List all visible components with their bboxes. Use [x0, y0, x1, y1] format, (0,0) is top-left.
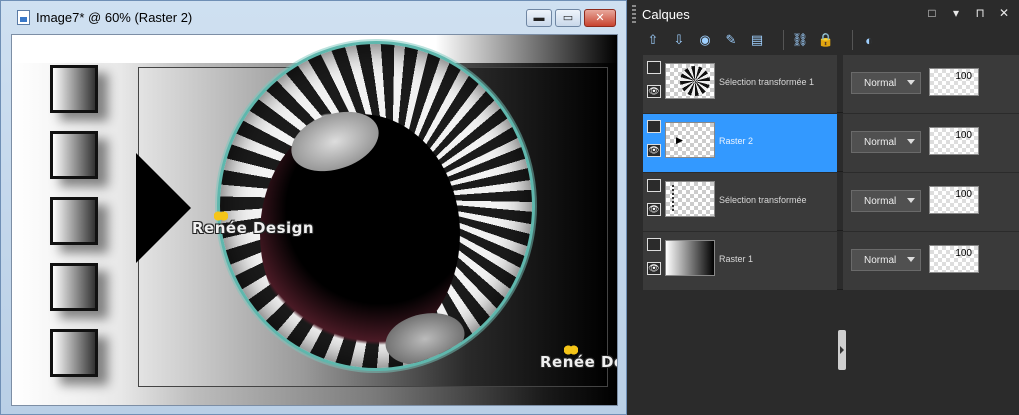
- layer-row[interactable]: 👁 Raster 1 Normal 100: [643, 232, 1019, 290]
- layer-thumbnail: [665, 240, 715, 276]
- panel-controls: □ ▾ ⊓ ✕: [925, 6, 1011, 20]
- image-window: Image7* @ 60% (Raster 2) ▬ ▭ ✕ Renée Des…: [0, 0, 627, 415]
- panel-title: Calques: [642, 6, 690, 22]
- image-titlebar[interactable]: Image7* @ 60% (Raster 2) ▬ ▭ ✕: [1, 1, 626, 33]
- layer-type-icon[interactable]: [647, 179, 661, 192]
- layer-name: Sélection transformée: [719, 195, 807, 205]
- layer-settings: Normal 100: [843, 114, 1019, 172]
- visibility-eye-icon[interactable]: 👁: [647, 203, 661, 216]
- layer-info[interactable]: 👁 Raster 1: [643, 232, 837, 290]
- frame-square-5: [50, 329, 98, 377]
- layers-panel: Calques □ ▾ ⊓ ✕ ⇧ ⇩ ◉ ✎ ▤ ⛓ 🔒 ◐ 👁 Sélect…: [627, 0, 1019, 415]
- lock-transparency-icon[interactable]: 🔒: [816, 30, 836, 50]
- layer-type-icon[interactable]: [647, 61, 661, 74]
- layer-settings: Normal 100: [843, 173, 1019, 231]
- sphere-thumbnail-art: [680, 66, 710, 96]
- watermark-text: Renée Design: [540, 353, 617, 371]
- layer-info[interactable]: 👁 ▶ Raster 2: [643, 114, 837, 172]
- blend-mode-value: Normal: [864, 195, 897, 207]
- panel-float-icon[interactable]: □: [925, 6, 939, 20]
- new-vector-layer-icon[interactable]: ⇩: [669, 30, 689, 50]
- visibility-eye-icon[interactable]: 👁: [647, 262, 661, 275]
- toolbar-divider: [783, 30, 784, 50]
- layer-settings: Normal 100: [843, 232, 1019, 290]
- new-raster-layer-icon[interactable]: ⇧: [643, 30, 663, 50]
- visibility-eye-icon[interactable]: 👁: [647, 85, 661, 98]
- layer-thumbnail: ▶: [665, 122, 715, 158]
- layer-settings: Normal 100: [843, 55, 1019, 113]
- panel-menu-icon[interactable]: ▾: [949, 6, 963, 20]
- maximize-button[interactable]: ▭: [555, 9, 581, 27]
- frame-square-4: [50, 263, 98, 311]
- close-button[interactable]: ✕: [584, 9, 616, 27]
- layer-name: Raster 1: [719, 254, 754, 264]
- layer-info[interactable]: 👁 Sélection transformée: [643, 173, 837, 231]
- opacity-field[interactable]: 100: [929, 68, 979, 96]
- opacity-field[interactable]: 100: [929, 186, 979, 214]
- layer-type-icon[interactable]: [647, 120, 661, 133]
- dropdown-arrow-icon: [907, 257, 915, 262]
- dropdown-arrow-icon: [907, 139, 915, 144]
- layer-effects-icon[interactable]: ◉: [695, 30, 715, 50]
- layer-properties-icon[interactable]: ◐: [859, 30, 879, 50]
- layer-row[interactable]: 👁 Sélection transformée 1 Normal 100: [643, 55, 1019, 113]
- layer-type-icon[interactable]: [647, 238, 661, 251]
- opacity-value: 100: [955, 189, 972, 200]
- panel-close-icon[interactable]: ✕: [997, 6, 1011, 20]
- layer-thumbnail: [665, 63, 715, 99]
- opacity-field[interactable]: 100: [929, 127, 979, 155]
- blend-mode-select[interactable]: Normal: [851, 72, 921, 94]
- layer-name: Raster 2: [719, 136, 754, 146]
- window-controls: ▬ ▭ ✕: [526, 9, 616, 27]
- layers-scrollbar-thumb[interactable]: [838, 330, 846, 370]
- panel-grip-icon[interactable]: [632, 5, 636, 23]
- blend-mode-select[interactable]: Normal: [851, 249, 921, 271]
- arrow-thumbnail-icon: ▶: [676, 135, 683, 145]
- panel-pin-icon[interactable]: ⊓: [973, 6, 987, 20]
- blend-mode-value: Normal: [864, 136, 897, 148]
- gradient-thumbnail-art: [666, 241, 714, 275]
- image-title: Image7* @ 60% (Raster 2): [36, 9, 193, 25]
- layers-titlebar[interactable]: Calques □ ▾ ⊓ ✕: [627, 0, 1019, 28]
- layer-thumbnail: [665, 181, 715, 217]
- image-canvas[interactable]: Renée Design Renée Design: [11, 34, 618, 406]
- layer-row-selected[interactable]: 👁 ▶ Raster 2 Normal 100: [643, 114, 1019, 172]
- lines-thumbnail-art: [672, 185, 674, 213]
- layer-pen-icon[interactable]: ✎: [721, 30, 741, 50]
- blend-mode-value: Normal: [864, 77, 897, 89]
- minimize-button[interactable]: ▬: [526, 9, 552, 27]
- link-layers-icon[interactable]: ⛓: [790, 30, 810, 50]
- blend-mode-value: Normal: [864, 254, 897, 266]
- watermark-text: Renée Design: [192, 219, 315, 237]
- opacity-value: 100: [955, 130, 972, 141]
- dropdown-arrow-icon: [907, 198, 915, 203]
- toolbar-divider: [852, 30, 853, 50]
- layer-info[interactable]: 👁 Sélection transformée 1: [643, 55, 837, 113]
- layer-lock-icon[interactable]: ▤: [747, 30, 767, 50]
- dropdown-arrow-icon: [907, 80, 915, 85]
- frame-square-1: [50, 65, 98, 113]
- canvas-arrow-shape: [136, 153, 191, 263]
- layer-name: Sélection transformée 1: [719, 77, 815, 87]
- opacity-value: 100: [955, 71, 972, 82]
- opacity-field[interactable]: 100: [929, 245, 979, 273]
- visibility-eye-icon[interactable]: 👁: [647, 144, 661, 157]
- frame-square-3: [50, 197, 98, 245]
- layers-toolbar: ⇧ ⇩ ◉ ✎ ▤ ⛓ 🔒 ◐: [643, 29, 879, 51]
- blend-mode-select[interactable]: Normal: [851, 190, 921, 212]
- layer-row[interactable]: 👁 Sélection transformée Normal 100: [643, 173, 1019, 231]
- striped-glass-sphere: [217, 41, 535, 371]
- frame-square-2: [50, 131, 98, 179]
- opacity-value: 100: [955, 248, 972, 259]
- blend-mode-select[interactable]: Normal: [851, 131, 921, 153]
- document-icon: [17, 9, 30, 25]
- layer-list: 👁 Sélection transformée 1 Normal 100 👁 ▶…: [643, 55, 1019, 405]
